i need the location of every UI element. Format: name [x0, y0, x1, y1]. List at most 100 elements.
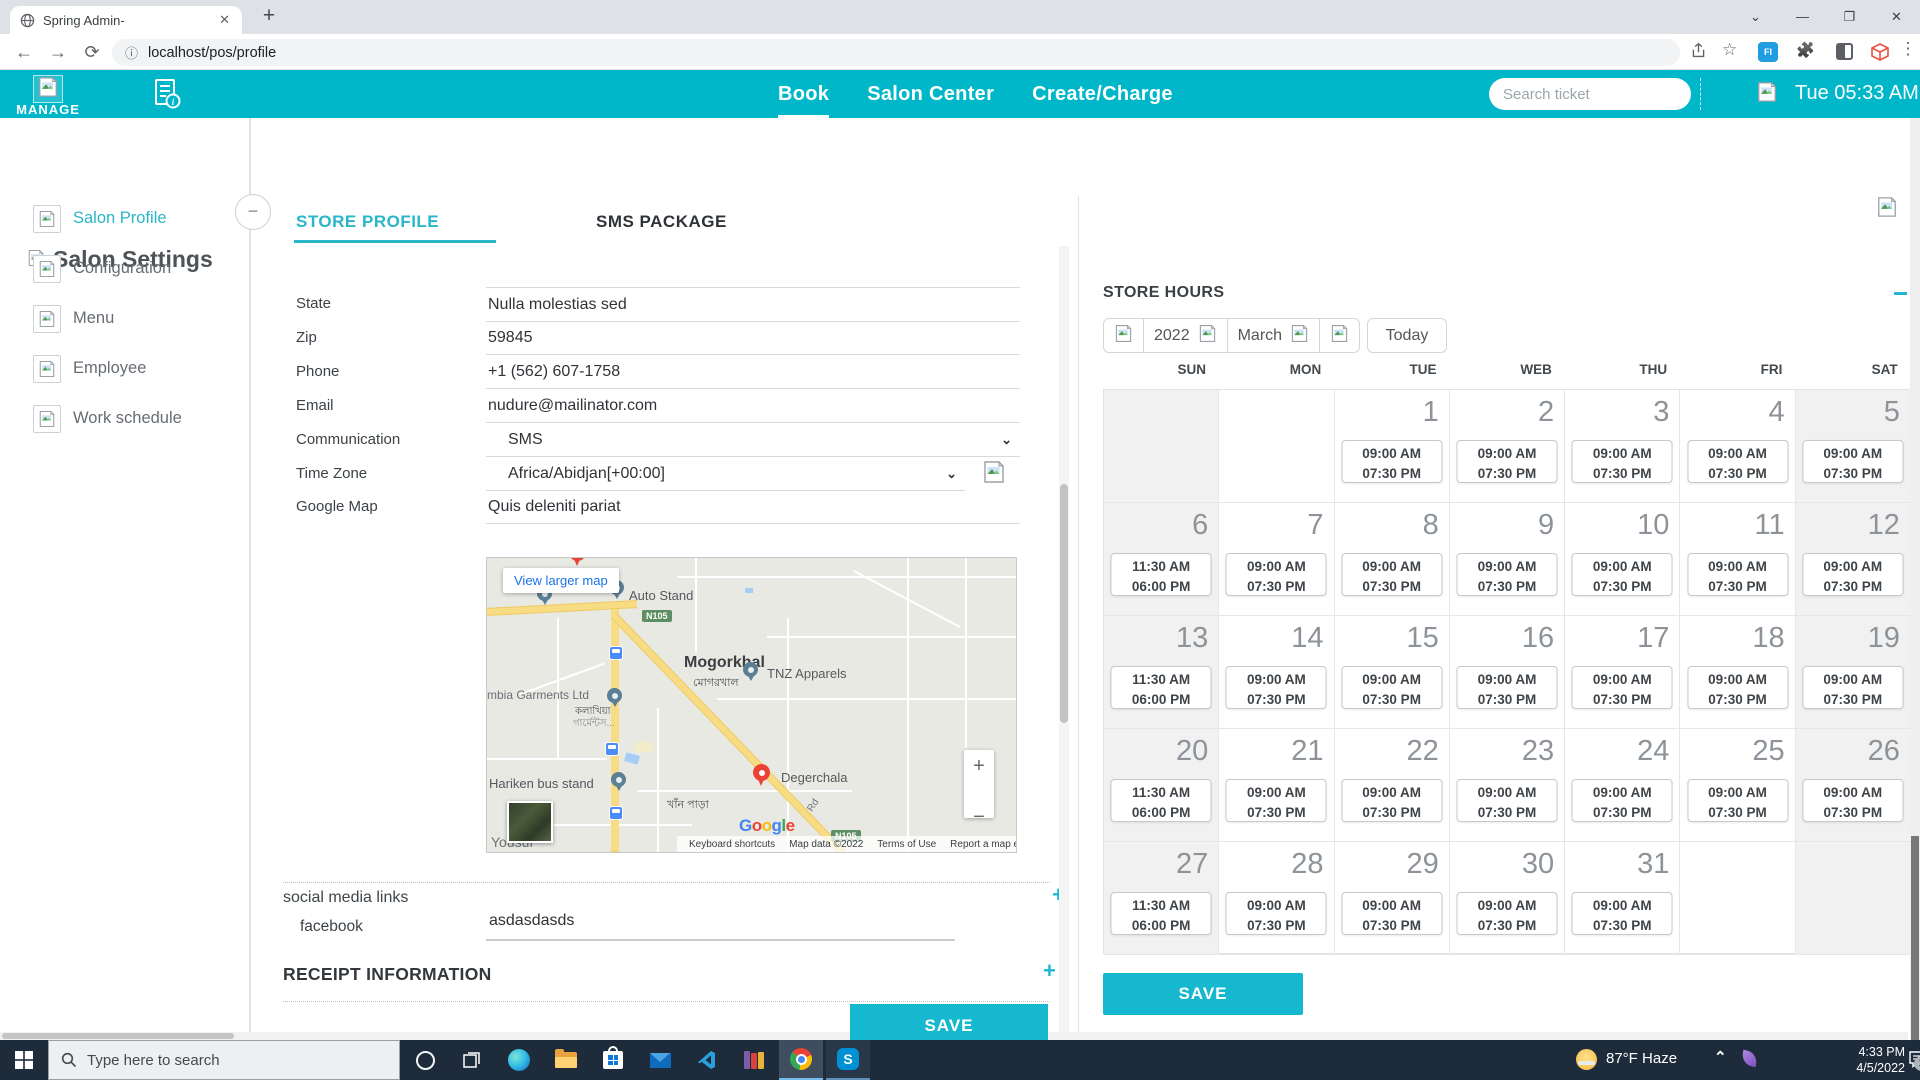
store-hours-button-day-16[interactable]: 09:00 AM07:30 PM — [1456, 666, 1557, 709]
close-icon[interactable]: ✕ — [1873, 0, 1920, 34]
report-map-error-link[interactable]: Report a map error — [950, 839, 1017, 850]
communication-select[interactable]: SMS⌄ — [486, 423, 1020, 457]
store-hours-button-day-6[interactable]: 11:30 AM06:00 PM — [1111, 553, 1212, 596]
map-pin-red[interactable] — [569, 557, 586, 561]
form-scrollbar-thumb[interactable] — [1060, 484, 1068, 723]
store-hours-button-day-1[interactable]: 09:00 AM07:30 PM — [1341, 440, 1442, 483]
store-hours-button-day-8[interactable]: 09:00 AM07:30 PM — [1341, 553, 1442, 596]
reload-icon[interactable]: ⟳ — [78, 38, 106, 66]
store-hours-button-day-17[interactable]: 09:00 AM07:30 PM — [1572, 666, 1673, 709]
tab-search-icon[interactable]: ⌄ — [1732, 0, 1779, 34]
taskbar-weather[interactable]: 87°F Haze — [1606, 1050, 1677, 1067]
store-hours-button-day-18[interactable]: 09:00 AM07:30 PM — [1687, 666, 1788, 709]
terms-of-use-link[interactable]: Terms of Use — [877, 839, 936, 850]
satellite-toggle-thumbnail[interactable] — [507, 801, 553, 843]
share-icon[interactable] — [1690, 42, 1707, 64]
logo-broken-image[interactable] — [33, 75, 63, 103]
bookmark-star-icon[interactable]: ☆ — [1722, 40, 1737, 60]
store-hours-button-day-20[interactable]: 11:30 AM06:00 PM — [1111, 779, 1212, 822]
search-ticket-input[interactable] — [1489, 78, 1691, 110]
store-hours-button-day-10[interactable]: 09:00 AM07:30 PM — [1572, 553, 1673, 596]
month-select[interactable]: March — [1228, 319, 1320, 352]
store-hours-button-day-31[interactable]: 09:00 AM07:30 PM — [1572, 892, 1673, 935]
sidebar-item-configuration[interactable]: Configuration — [0, 243, 251, 293]
phone-input[interactable]: +1 (562) 607-1758 — [486, 355, 1020, 389]
store-hours-save-button[interactable]: SAVE — [1103, 973, 1303, 1015]
report-info-icon[interactable]: i — [152, 78, 182, 115]
store-hours-button-day-25[interactable]: 09:00 AM07:30 PM — [1687, 779, 1788, 822]
year-select[interactable]: 2022 — [1144, 319, 1228, 352]
facebook-input[interactable]: asdasdasds — [486, 903, 955, 941]
sidebar-item-employee[interactable]: Employee — [0, 343, 251, 393]
url-bar[interactable]: ⓘ localhost/pos/profile — [112, 39, 1680, 66]
store-hours-button-day-12[interactable]: 09:00 AM07:30 PM — [1802, 553, 1903, 596]
calendar-icon-button[interactable] — [1104, 319, 1144, 352]
store-hours-button-day-23[interactable]: 09:00 AM07:30 PM — [1456, 779, 1557, 822]
browser-menu-icon[interactable]: ⋮ — [1898, 39, 1918, 59]
extensions-puzzle-icon[interactable]: 🧩 — [1796, 41, 1815, 59]
taskbar-app-vscode[interactable] — [685, 1040, 729, 1080]
store-hours-button-day-27[interactable]: 11:30 AM06:00 PM — [1111, 892, 1212, 935]
store-hours-button-day-4[interactable]: 09:00 AM07:30 PM — [1687, 440, 1788, 483]
taskbar-app-store[interactable] — [591, 1040, 635, 1080]
today-button[interactable]: Today — [1367, 318, 1447, 353]
tray-chevron-up-icon[interactable]: ⌃ — [1714, 1048, 1727, 1066]
store-hours-button-day-2[interactable]: 09:00 AM07:30 PM — [1456, 440, 1557, 483]
taskbar-app-task-view[interactable] — [450, 1040, 494, 1080]
store-hours-button-day-11[interactable]: 09:00 AM07:30 PM — [1687, 553, 1788, 596]
store-hours-button-day-13[interactable]: 11:30 AM06:00 PM — [1111, 666, 1212, 709]
dark-reader-extension-icon[interactable] — [1836, 43, 1853, 60]
store-hours-button-day-24[interactable]: 09:00 AM07:30 PM — [1572, 779, 1673, 822]
store-hours-button-day-30[interactable]: 09:00 AM07:30 PM — [1456, 892, 1557, 935]
map-pin-garments[interactable] — [607, 688, 622, 703]
nav-salon-center[interactable]: Salon Center — [867, 70, 994, 118]
timezone-icon-button[interactable] — [982, 460, 1006, 489]
restore-icon[interactable]: ❐ — [1826, 0, 1873, 34]
weather-icon[interactable] — [1576, 1049, 1597, 1070]
view-toggle-button[interactable] — [1320, 319, 1359, 352]
start-button[interactable] — [0, 1040, 48, 1080]
map-pin-hariken[interactable] — [611, 772, 626, 787]
fake-filler-extension-icon[interactable]: FI — [1758, 42, 1778, 62]
map-zoom-in-button[interactable]: + — [964, 750, 994, 783]
store-hours-button-day-19[interactable]: 09:00 AM07:30 PM — [1802, 666, 1903, 709]
store-hours-button-day-14[interactable]: 09:00 AM07:30 PM — [1226, 666, 1327, 709]
google-map-embed[interactable]: N105 N105 gra Auto Stand Mogorkhal মোগরখ… — [486, 557, 1017, 853]
taskbar-app-mail[interactable] — [638, 1040, 682, 1080]
pen-tray-icon[interactable] — [1741, 1050, 1758, 1067]
taskbar-clock[interactable]: 4:33 PM 4/5/2022 — [1845, 1045, 1905, 1076]
app-logo[interactable]: MANAGE — [8, 102, 88, 117]
taskbar-app-skype[interactable]: S — [826, 1040, 870, 1080]
google-map-input[interactable]: Quis deleniti pariat — [486, 490, 1020, 524]
sidebar-item-work-schedule[interactable]: Work schedule — [0, 393, 251, 443]
tab-sms-package[interactable]: SMS PACKAGE — [596, 212, 727, 232]
store-hours-button-day-26[interactable]: 09:00 AM07:30 PM — [1802, 779, 1903, 822]
store-hours-button-day-21[interactable]: 09:00 AM07:30 PM — [1226, 779, 1327, 822]
taskbar-app-file-explorer[interactable] — [544, 1040, 588, 1080]
page-scrollbar-thumb[interactable] — [1911, 836, 1919, 1040]
taskbar-app-winrar[interactable] — [732, 1040, 776, 1080]
taskbar-search-box[interactable]: Type here to search — [48, 1040, 400, 1080]
minimize-icon[interactable]: — — [1779, 0, 1826, 34]
email-input[interactable]: nudure@mailinator.com — [486, 389, 1020, 423]
nav-book[interactable]: Book — [778, 70, 829, 118]
site-info-icon[interactable]: ⓘ — [125, 43, 138, 62]
taskbar-app-edge[interactable] — [497, 1040, 541, 1080]
store-hours-collapse-icon[interactable] — [1894, 292, 1907, 295]
nav-create-charge[interactable]: Create/Charge — [1032, 70, 1173, 118]
store-hours-button-day-5[interactable]: 09:00 AM07:30 PM — [1802, 440, 1903, 483]
sidebar-item-salon-profile[interactable]: Salon Profile — [0, 193, 251, 243]
view-larger-map-link[interactable]: View larger map — [503, 568, 619, 593]
map-pin-tnz[interactable] — [743, 662, 758, 677]
keyboard-shortcuts-link[interactable]: Keyboard shortcuts — [689, 839, 775, 850]
taskbar-app-cortana[interactable] — [403, 1040, 447, 1080]
taskbar-app-chrome[interactable] — [779, 1040, 823, 1080]
state-input[interactable]: Nulla molestias sed — [486, 287, 1020, 322]
sidebar-item-menu[interactable]: Menu — [0, 293, 251, 343]
expand-receipt-button[interactable]: + — [1043, 958, 1056, 984]
debugbar-extension-icon[interactable] — [1868, 40, 1892, 69]
store-hours-button-day-28[interactable]: 09:00 AM07:30 PM — [1226, 892, 1327, 935]
store-hours-button-day-29[interactable]: 09:00 AM07:30 PM — [1341, 892, 1442, 935]
new-tab-button[interactable]: + — [256, 3, 282, 29]
zip-input[interactable]: 59845 — [486, 321, 1020, 355]
